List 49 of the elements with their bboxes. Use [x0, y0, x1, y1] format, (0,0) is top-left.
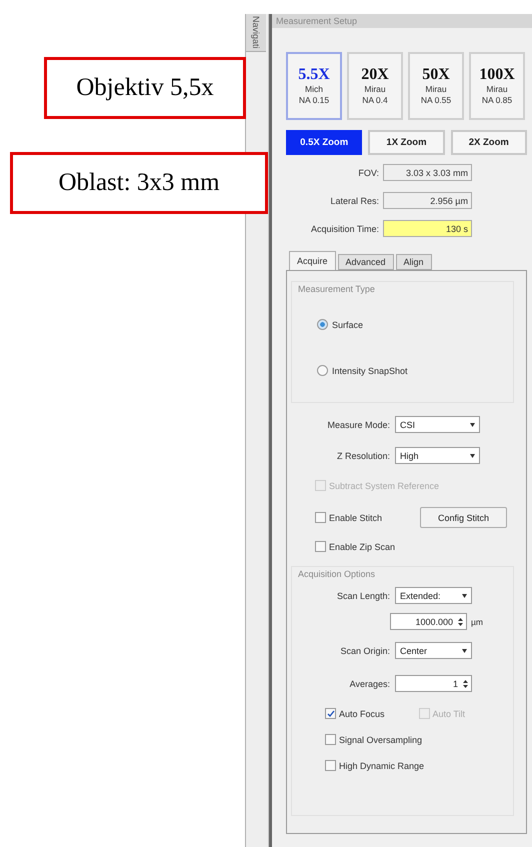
averages-field[interactable]: 1 [395, 675, 472, 692]
annotation-label: Objektiv 5,5x [44, 57, 246, 119]
spinner-icon[interactable] [458, 616, 463, 626]
objective-button[interactable]: 20X Mirau NA 0.4 [347, 52, 403, 120]
field-label: Scan Origin: [339, 646, 391, 656]
field-label: Acquisition Time: [310, 224, 379, 234]
scan-length-field[interactable]: 1000.000 [390, 613, 467, 630]
readout-field: 2.956 µm [383, 192, 472, 209]
config-stitch-button[interactable]: Config Stitch [420, 507, 508, 528]
scan-length-dropdown[interactable]: Extended: [395, 587, 472, 604]
checkbox[interactable]: Enable Stitch [315, 512, 382, 523]
field-label: Scan Length: [336, 590, 391, 600]
scan-origin-dropdown[interactable]: Center [395, 642, 472, 659]
annotation-label: Oblast: 3x3 mm [10, 152, 268, 214]
measure-mode-dropdown[interactable]: CSI [395, 416, 480, 433]
caret-icon [470, 454, 475, 458]
zoom-button[interactable]: 0.5X Zoom [286, 130, 362, 155]
unit-label: µm [471, 616, 483, 626]
tab[interactable]: Advanced [338, 254, 394, 270]
group-title: Measurement Type [298, 284, 375, 294]
field-label: Averages: [348, 678, 391, 688]
caret-icon [462, 648, 467, 652]
z-resolution-dropdown[interactable]: High [395, 447, 480, 464]
tab[interactable]: Align [396, 254, 432, 270]
spinner-icon[interactable] [463, 678, 468, 688]
group-title: Acquisition Options [298, 569, 376, 579]
zoom-button[interactable]: 1X Zoom [368, 130, 445, 155]
tab[interactable]: Acquire [289, 251, 336, 270]
objective-button[interactable]: 5.5X Mich NA 0.15 [286, 52, 342, 120]
checkmark-icon [326, 710, 334, 718]
checkbox[interactable]: Signal Oversampling [325, 734, 513, 745]
field-label: Lateral Res: [329, 196, 379, 206]
objective-button[interactable]: 100X Mirau NA 0.85 [469, 52, 525, 120]
checkbox[interactable]: High Dynamic Range [325, 760, 513, 771]
checkbox[interactable]: Enable Zip Scan [315, 541, 514, 552]
field-label: FOV: [357, 168, 379, 178]
zoom-button[interactable]: 2X Zoom [450, 130, 527, 155]
radio-option[interactable]: Surface [317, 319, 513, 330]
caret-icon [470, 422, 475, 426]
caret-icon [462, 594, 467, 598]
checkbox[interactable]: Auto Focus [325, 708, 385, 719]
field-label: Measure Mode: [326, 420, 391, 430]
radio-option[interactable]: Intensity SnapShot [317, 365, 513, 376]
readout-field: 3.03 x 3.03 mm [383, 164, 472, 181]
objective-button[interactable]: 50X Mirau NA 0.55 [408, 52, 464, 120]
readout-field: 130 s [383, 220, 472, 237]
side-tab[interactable]: Navigati [246, 14, 266, 52]
field-label: Z Resolution: [336, 450, 391, 460]
panel-title: Measurement Setup [272, 14, 532, 28]
